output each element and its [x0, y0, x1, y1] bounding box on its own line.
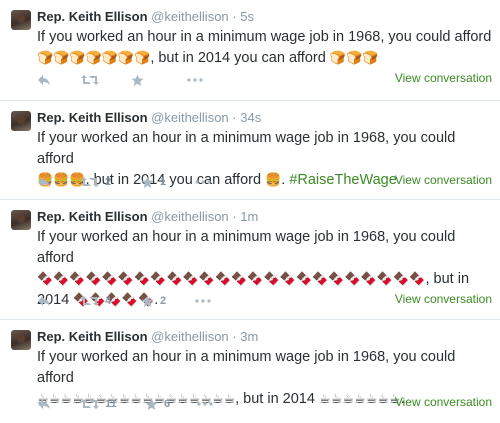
more-button[interactable]	[195, 174, 211, 190]
tweet-feed: Rep. Keith Ellison @keithellison · 5s If…	[0, 0, 500, 423]
view-conversation-link[interactable]: View conversation	[395, 71, 492, 85]
favorite-button[interactable]: 2	[141, 293, 166, 309]
more-button[interactable]	[195, 293, 211, 309]
emoji-1968: 🍫🍫🍫🍫🍫🍫🍫🍫🍫🍫🍫🍫🍫🍫🍫🍫🍫🍫🍫🍫🍫🍫🍫🍫	[37, 272, 426, 287]
more-button[interactable]	[187, 72, 203, 88]
separator-dot: ·	[232, 329, 237, 344]
timestamp[interactable]: 3m	[240, 329, 258, 344]
tweet-header: Rep. Keith Ellison @keithellison · 5s	[37, 9, 254, 24]
more-dots-icon	[195, 299, 211, 303]
author-name[interactable]: Rep. Keith Ellison	[37, 329, 148, 344]
tweet-header: Rep. Keith Ellison @keithellison · 34s	[37, 110, 261, 125]
separator-dot: ·	[232, 110, 237, 125]
more-dots-icon	[197, 402, 213, 406]
retweet-button[interactable]: 2	[81, 174, 111, 190]
avatar[interactable]	[11, 210, 31, 230]
retweet-icon	[81, 75, 99, 85]
reply-icon	[38, 177, 50, 187]
emoji-2014: 🍞🍞🍞	[329, 51, 379, 66]
favorite-star-icon	[141, 176, 154, 188]
retweet-count: 11	[105, 398, 117, 410]
tweet-header: Rep. Keith Ellison @keithellison · 3m	[37, 329, 258, 344]
emoji-1968: 🍞🍞🍞🍞🍞🍞🍞	[37, 51, 151, 66]
tweet-text-pre: If your worked an hour in a minimum wage…	[37, 229, 456, 266]
favorite-button[interactable]: 6	[145, 396, 170, 412]
avatar[interactable]	[11, 111, 31, 131]
author-handle[interactable]: @keithellison	[151, 110, 229, 125]
reply-icon	[38, 399, 50, 409]
tweet[interactable]: Rep. Keith Ellison @keithellison · 3m If…	[0, 320, 500, 423]
timestamp[interactable]: 1m	[240, 209, 258, 224]
view-conversation-link[interactable]: View conversation	[395, 395, 492, 409]
favorite-count: 6	[164, 398, 171, 410]
tweet-text: If you worked an hour in a minimum wage …	[37, 27, 492, 69]
favorite-star-icon	[145, 398, 158, 410]
retweet-count: 4	[105, 295, 112, 307]
favorite-count: 1	[160, 176, 167, 188]
retweet-icon	[81, 177, 99, 187]
more-dots-icon	[187, 78, 203, 82]
tweet-text-pre: If your worked an hour in a minimum wage…	[37, 349, 456, 386]
author-name[interactable]: Rep. Keith Ellison	[37, 209, 148, 224]
view-conversation-link[interactable]: View conversation	[395, 173, 492, 187]
tweet[interactable]: Rep. Keith Ellison @keithellison · 1m If…	[0, 200, 500, 319]
author-name[interactable]: Rep. Keith Ellison	[37, 110, 148, 125]
reply-icon	[38, 296, 50, 306]
author-handle[interactable]: @keithellison	[151, 329, 229, 344]
reply-button[interactable]	[37, 293, 51, 309]
tweet[interactable]: Rep. Keith Ellison @keithellison · 34s I…	[0, 101, 500, 199]
retweet-button[interactable]: 11	[81, 396, 117, 412]
more-dots-icon	[195, 180, 211, 184]
reply-button[interactable]	[37, 396, 51, 412]
more-button[interactable]	[197, 396, 213, 412]
reply-button[interactable]	[37, 72, 51, 88]
separator-dot: ·	[232, 209, 237, 224]
favorite-count: 2	[160, 295, 167, 307]
separator-dot: ·	[232, 9, 237, 24]
retweet-icon	[81, 296, 99, 306]
favorite-star-icon	[141, 295, 154, 307]
reply-button[interactable]	[37, 174, 51, 190]
tweet-text-pre: If your worked an hour in a minimum wage…	[37, 130, 456, 167]
retweet-button[interactable]: 4	[81, 293, 111, 309]
retweet-button[interactable]	[81, 72, 105, 88]
tweet[interactable]: Rep. Keith Ellison @keithellison · 5s If…	[0, 0, 500, 100]
author-handle[interactable]: @keithellison	[151, 209, 229, 224]
timestamp[interactable]: 34s	[240, 110, 261, 125]
favorite-button[interactable]: 1	[141, 174, 166, 190]
author-name[interactable]: Rep. Keith Ellison	[37, 9, 148, 24]
avatar[interactable]	[11, 330, 31, 350]
retweet-icon	[81, 399, 99, 409]
author-handle[interactable]: @keithellison	[151, 9, 229, 24]
avatar[interactable]	[11, 10, 31, 30]
favorite-button[interactable]	[131, 72, 150, 88]
retweet-count: 2	[105, 176, 112, 188]
tweet-header: Rep. Keith Ellison @keithellison · 1m	[37, 209, 258, 224]
favorite-star-icon	[131, 74, 144, 86]
tweet-text-pre: If you worked an hour in a minimum wage …	[37, 29, 492, 45]
reply-icon	[38, 75, 50, 85]
tweet-text-mid: , but in 2014 you can afford	[150, 50, 326, 66]
view-conversation-link[interactable]: View conversation	[395, 292, 492, 306]
timestamp[interactable]: 5s	[240, 9, 254, 24]
